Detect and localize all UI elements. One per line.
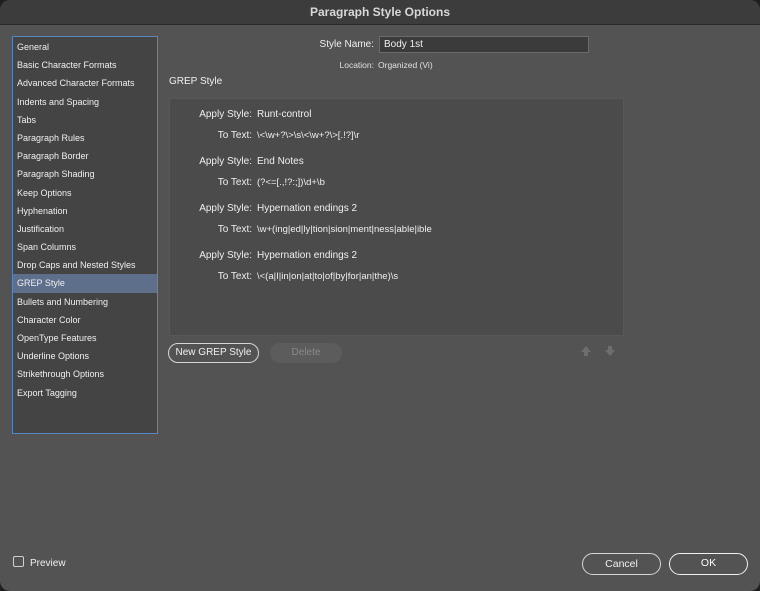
category-item-span-columns[interactable]: Span Columns (13, 238, 157, 256)
category-item-underline-options[interactable]: Underline Options (13, 347, 157, 365)
category-item-hyphenation[interactable]: Hyphenation (13, 202, 157, 220)
to-text-label: To Text: (217, 177, 252, 188)
category-list[interactable]: General Basic Character Formats Advanced C… (12, 36, 158, 434)
category-item-export-tagging[interactable]: Export Tagging (13, 384, 157, 402)
category-item-advanced-character-formats[interactable]: Advanced Character Formats (13, 74, 157, 92)
category-item-opentype-features[interactable]: OpenType Features (13, 329, 157, 347)
to-text-label: To Text: (217, 271, 252, 282)
to-text-value[interactable]: \<(a|I|in|on|at|to|of|by|for|an|the)\s (252, 269, 467, 285)
apply-style-label: Apply Style: (199, 250, 252, 261)
apply-style-label: Apply Style: (199, 156, 252, 167)
apply-style-value[interactable]: End Notes (252, 154, 304, 170)
ok-button[interactable]: OK (669, 553, 748, 575)
category-item-indents-and-spacing[interactable]: Indents and Spacing (13, 93, 157, 111)
style-name-input[interactable] (379, 36, 589, 53)
apply-style-value[interactable]: Hypernation endings 2 (252, 201, 357, 217)
move-up-icon[interactable] (579, 344, 593, 358)
checkbox-icon[interactable] (13, 556, 24, 567)
category-item-drop-caps-and-nested-styles[interactable]: Drop Caps and Nested Styles (13, 256, 157, 274)
cancel-button[interactable]: Cancel (582, 553, 661, 575)
apply-style-value[interactable]: Runt-control (252, 107, 311, 123)
paragraph-style-options-dialog: Paragraph Style Options General Basic Cha… (0, 0, 760, 591)
location-value: Organized (Vi) (378, 60, 433, 70)
grep-rules-panel: Apply Style: Runt-control To Text: \<\w+?\… (169, 98, 624, 336)
category-item-paragraph-rules[interactable]: Paragraph Rules (13, 129, 157, 147)
new-grep-style-button[interactable]: New GREP Style (168, 343, 259, 363)
dialog-title: Paragraph Style Options (0, 0, 760, 25)
move-down-icon[interactable] (603, 344, 617, 358)
category-item-paragraph-shading[interactable]: Paragraph Shading (13, 165, 157, 183)
category-item-strikethrough-options[interactable]: Strikethrough Options (13, 365, 157, 383)
apply-style-value[interactable]: Hypernation endings 2 (252, 248, 357, 264)
category-item-keep-options[interactable]: Keep Options (13, 184, 157, 202)
category-item-grep-style[interactable]: GREP Style (13, 274, 157, 293)
apply-style-label: Apply Style: (199, 203, 252, 214)
location-label: Location: (339, 60, 375, 70)
category-item-justification[interactable]: Justification (13, 220, 157, 238)
category-item-general[interactable]: General (13, 38, 157, 56)
category-item-character-color[interactable]: Character Color (13, 311, 157, 329)
category-item-tabs[interactable]: Tabs (13, 111, 157, 129)
preview-checkbox[interactable]: Preview (13, 556, 66, 569)
category-item-paragraph-border[interactable]: Paragraph Border (13, 147, 157, 165)
style-name-label: Style Name: (319, 39, 374, 50)
to-text-label: To Text: (217, 224, 252, 235)
apply-style-label: Apply Style: (199, 109, 252, 120)
to-text-value[interactable]: \<\w+?\>\s\<\w+?\>[.!?]\r (252, 128, 467, 144)
section-title: GREP Style (169, 76, 223, 87)
preview-label: Preview (30, 558, 66, 569)
to-text-value[interactable]: (?<=[.,!?:;])\d+\b (252, 175, 467, 191)
to-text-value[interactable]: \w+(ing|ed|ly|tion|sion|ment|ness|able|i… (252, 222, 467, 238)
category-item-bullets-and-numbering[interactable]: Bullets and Numbering (13, 293, 157, 311)
delete-button[interactable]: Delete (270, 343, 342, 363)
to-text-label: To Text: (217, 130, 252, 141)
category-item-basic-character-formats[interactable]: Basic Character Formats (13, 56, 157, 74)
